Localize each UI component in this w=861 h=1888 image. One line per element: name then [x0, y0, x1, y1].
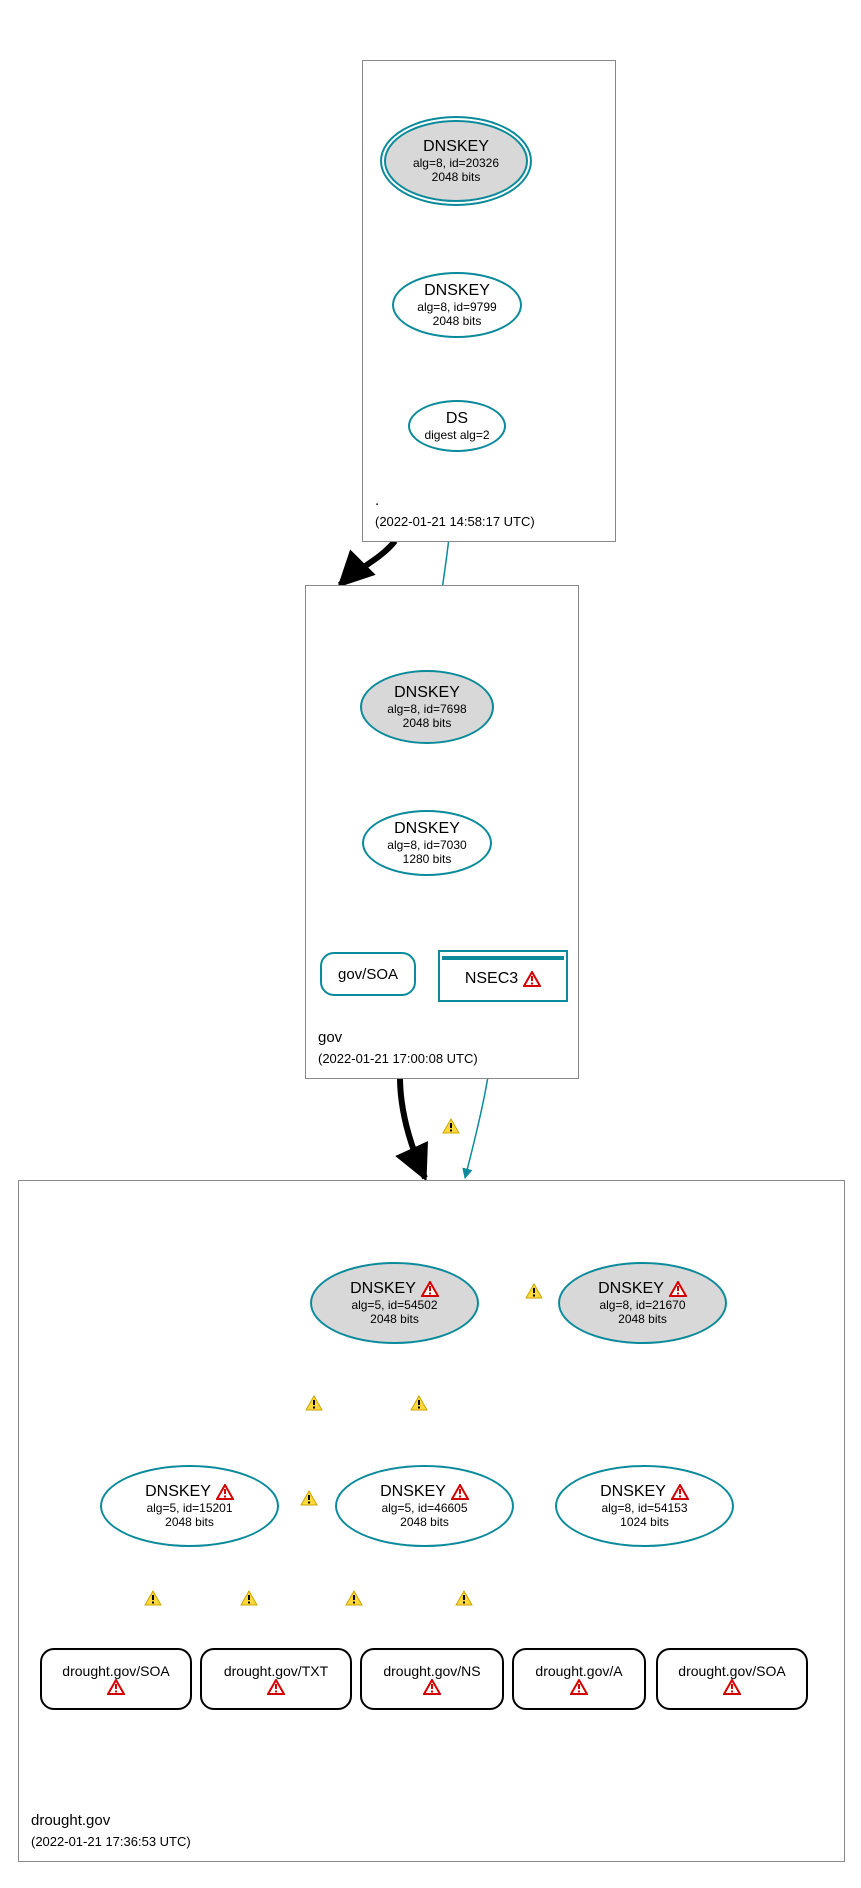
warning-icon [300, 1490, 318, 1511]
warning-icon [240, 1590, 258, 1611]
warning-icon [305, 1395, 323, 1416]
error-icon [671, 1484, 689, 1500]
node-gov-soa: gov/SOA [320, 952, 416, 996]
node-drought-a: drought.gov/A [512, 1648, 646, 1710]
zone-root-label: . [375, 492, 379, 509]
node-drought-soa1: drought.gov/SOA [40, 1648, 192, 1710]
node-drought-a-title: drought.gov/A [535, 1663, 622, 1679]
node-root-zsk-sub1: alg=8, id=9799 [417, 300, 496, 314]
zone-gov-timestamp: (2022-01-21 17:00:08 UTC) [318, 1051, 478, 1066]
error-icon [421, 1281, 439, 1297]
node-drought-ksk1-sub2: 2048 bits [370, 1312, 419, 1326]
node-gov-zsk: DNSKEY alg=8, id=7030 1280 bits [362, 810, 492, 876]
node-drought-zsk3-title: DNSKEY [600, 1483, 689, 1501]
node-drought-ns-title: drought.gov/NS [383, 1663, 480, 1679]
node-drought-zsk2: DNSKEY alg=5, id=46605 2048 bits [335, 1465, 514, 1547]
node-drought-ksk1-sub1: alg=5, id=54502 [351, 1298, 437, 1312]
node-drought-ksk2: DNSKEY alg=8, id=21670 2048 bits [558, 1262, 727, 1344]
node-root-zsk-sub2: 2048 bits [433, 314, 482, 328]
node-root-ds-title: DS [446, 410, 468, 428]
node-drought-zsk1-title: DNSKEY [145, 1483, 234, 1501]
node-root-ksk-title: DNSKEY [423, 138, 489, 156]
node-drought-zsk1: DNSKEY alg=5, id=15201 2048 bits [100, 1465, 279, 1547]
node-gov-nsec3: NSEC3 [438, 950, 568, 1002]
node-gov-soa-title: gov/SOA [338, 966, 398, 983]
node-drought-zsk1-sub2: 2048 bits [165, 1515, 214, 1529]
error-icon [723, 1679, 741, 1695]
error-icon [107, 1679, 125, 1695]
node-drought-txt-title: drought.gov/TXT [224, 1663, 328, 1679]
error-icon [267, 1679, 285, 1695]
warning-icon [345, 1590, 363, 1611]
node-drought-ksk1-title: DNSKEY [350, 1280, 439, 1298]
error-icon [451, 1484, 469, 1500]
node-drought-zsk2-sub2: 2048 bits [400, 1515, 449, 1529]
node-drought-soa2: drought.gov/SOA [656, 1648, 808, 1710]
node-drought-soa2-title: drought.gov/SOA [678, 1663, 785, 1679]
node-drought-txt: drought.gov/TXT [200, 1648, 352, 1710]
node-drought-ksk1: DNSKEY alg=5, id=54502 2048 bits [310, 1262, 479, 1344]
node-drought-zsk2-title: DNSKEY [380, 1483, 469, 1501]
node-gov-ksk-sub2: 2048 bits [403, 716, 452, 730]
warning-icon [442, 1118, 460, 1139]
warning-icon [455, 1590, 473, 1611]
warning-icon [525, 1283, 543, 1304]
node-drought-soa1-title: drought.gov/SOA [62, 1663, 169, 1679]
node-root-zsk-title: DNSKEY [424, 282, 490, 300]
node-root-ksk-sub1: alg=8, id=20326 [413, 156, 499, 170]
node-drought-zsk1-sub1: alg=5, id=15201 [146, 1501, 232, 1515]
node-drought-ksk2-sub1: alg=8, id=21670 [599, 1298, 685, 1312]
error-icon [523, 971, 541, 987]
node-gov-zsk-sub2: 1280 bits [403, 852, 452, 866]
zone-root-timestamp: (2022-01-21 14:58:17 UTC) [375, 514, 535, 529]
error-icon [216, 1484, 234, 1500]
node-gov-ksk: DNSKEY alg=8, id=7698 2048 bits [360, 670, 494, 744]
node-drought-ksk2-title: DNSKEY [598, 1280, 687, 1298]
node-drought-ns: drought.gov/NS [360, 1648, 504, 1710]
node-gov-ksk-title: DNSKEY [394, 684, 460, 702]
node-gov-zsk-title: DNSKEY [394, 820, 460, 838]
error-icon [669, 1281, 687, 1297]
node-root-zsk: DNSKEY alg=8, id=9799 2048 bits [392, 272, 522, 338]
node-drought-zsk3-sub1: alg=8, id=54153 [601, 1501, 687, 1515]
node-drought-zsk3: DNSKEY alg=8, id=54153 1024 bits [555, 1465, 734, 1547]
node-gov-ksk-sub1: alg=8, id=7698 [387, 702, 466, 716]
node-gov-zsk-sub1: alg=8, id=7030 [387, 838, 466, 852]
warning-icon [144, 1590, 162, 1611]
error-icon [423, 1679, 441, 1695]
zone-drought-label: drought.gov [31, 1812, 110, 1829]
node-gov-nsec3-title: NSEC3 [465, 970, 541, 988]
node-root-ds-sub1: digest alg=2 [424, 428, 489, 442]
zone-drought-timestamp: (2022-01-21 17:36:53 UTC) [31, 1834, 191, 1849]
node-root-ds: DS digest alg=2 [408, 400, 506, 452]
zone-gov-label: gov [318, 1029, 342, 1046]
node-root-ksk-sub2: 2048 bits [432, 170, 481, 184]
node-drought-ksk2-sub2: 2048 bits [618, 1312, 667, 1326]
node-drought-zsk2-sub1: alg=5, id=46605 [381, 1501, 467, 1515]
warning-icon [410, 1395, 428, 1416]
node-root-ksk: DNSKEY alg=8, id=20326 2048 bits [384, 120, 528, 202]
error-icon [570, 1679, 588, 1695]
node-drought-zsk3-sub2: 1024 bits [620, 1515, 669, 1529]
